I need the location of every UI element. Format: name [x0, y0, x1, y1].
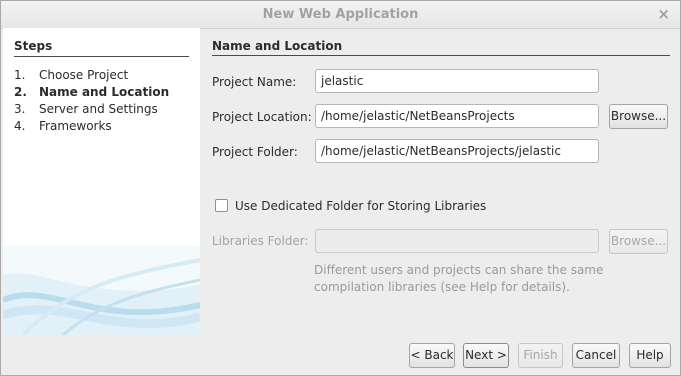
libraries-folder-field[interactable]: [315, 229, 599, 253]
dedicated-folder-label[interactable]: Use Dedicated Folder for Storing Librari…: [235, 199, 486, 213]
step-choose-project: 1. Choose Project: [14, 68, 128, 82]
project-folder-field[interactable]: /home/jelastic/NetBeansProjects/jelastic: [315, 139, 599, 163]
dialog-title: New Web Application: [262, 7, 419, 22]
title-bar[interactable]: New Web Application ×: [1, 1, 680, 29]
back-button[interactable]: < Back: [409, 343, 455, 368]
step-number: 1.: [14, 68, 26, 82]
step-label: Choose Project: [39, 68, 129, 82]
project-name-field[interactable]: jelastic: [315, 69, 599, 93]
new-web-application-dialog: New Web Application × Steps 1. Choose Pro…: [0, 0, 681, 376]
project-folder-label: Project Folder:: [212, 145, 298, 159]
finish-button[interactable]: Finish: [518, 343, 563, 368]
project-location-label: Project Location:: [212, 110, 312, 124]
decorative-wave-graphic: [3, 245, 200, 335]
libraries-folder-label: Libraries Folder:: [212, 234, 309, 248]
dedicated-folder-checkbox[interactable]: [215, 199, 228, 212]
steps-panel: Steps 1. Choose Project 2. Name and Locati…: [3, 28, 200, 335]
libraries-hint: Different users and projects can share t…: [314, 262, 603, 296]
close-icon[interactable]: ×: [657, 5, 670, 23]
hint-line: Different users and projects can share t…: [314, 263, 604, 277]
help-button[interactable]: Help: [629, 343, 671, 368]
step-label: Frameworks: [39, 119, 112, 133]
step-frameworks: 4. Frameworks: [14, 119, 112, 133]
step-name-and-location: 2. Name and Location: [14, 85, 169, 99]
section-title: Name and Location: [212, 39, 670, 56]
project-location-field[interactable]: /home/jelastic/NetBeansProjects: [315, 104, 599, 128]
step-label: Name and Location: [39, 85, 170, 99]
step-number: 2.: [14, 85, 27, 99]
step-number: 3.: [14, 102, 26, 116]
step-label: Server and Settings: [39, 102, 158, 116]
browse-libraries-button[interactable]: Browse...: [609, 229, 668, 254]
steps-heading: Steps: [14, 39, 189, 57]
project-name-label: Project Name:: [212, 75, 297, 89]
next-button[interactable]: Next >: [463, 343, 509, 368]
step-number: 4.: [14, 119, 26, 133]
browse-location-button[interactable]: Browse...: [609, 104, 668, 129]
hint-line: compilation libraries (see Help for deta…: [314, 280, 570, 294]
cancel-button[interactable]: Cancel: [572, 343, 620, 368]
step-server-and-settings: 3. Server and Settings: [14, 102, 158, 116]
